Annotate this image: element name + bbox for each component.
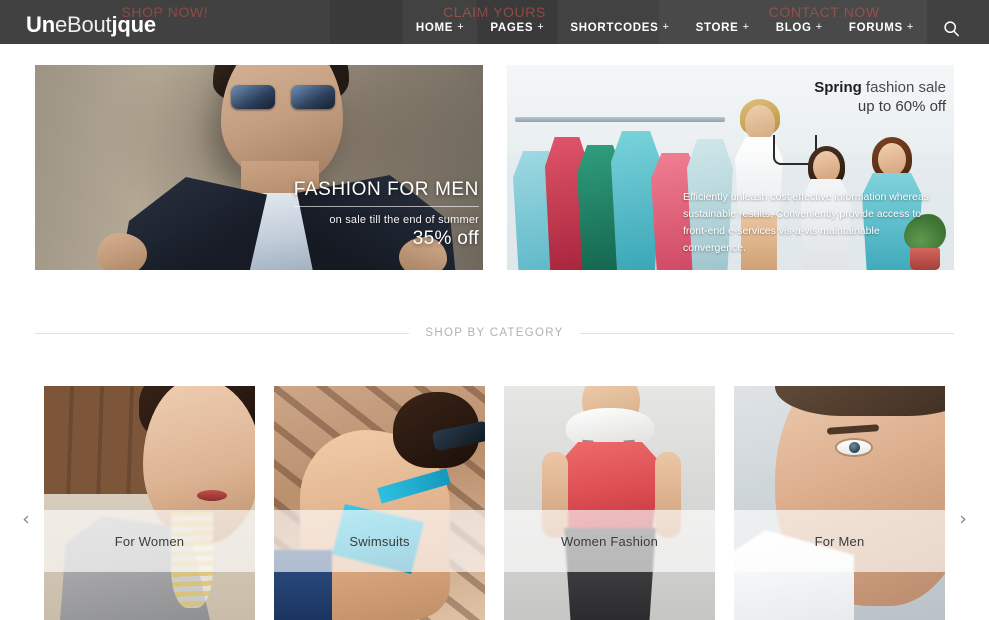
head (878, 143, 906, 176)
search-icon[interactable] (937, 14, 965, 42)
main-navigation: HOME + PAGES + SHORTCODES + STORE + BLOG (402, 0, 927, 56)
hero-spring-headline-line1: Spring fashion sale (814, 79, 946, 98)
nav-item-home[interactable]: HOME + (402, 0, 478, 56)
category-image (274, 386, 485, 620)
hero-banner-spring[interactable]: Spring fashion sale up to 60% off Effici… (507, 65, 954, 270)
hero-men-offer: 35% off (412, 228, 479, 249)
chevron-plus-icon: + (906, 21, 914, 33)
hero-spring-headline-strong: Spring (814, 79, 862, 96)
site-logo[interactable]: UneBoutjque (26, 14, 156, 36)
head (813, 151, 840, 183)
nav-item-blog[interactable]: BLOG + (762, 0, 836, 56)
hero-banner-men[interactable]: FASHION FOR MEN on sale till the end of … (35, 65, 483, 270)
chevron-plus-icon: + (537, 21, 545, 33)
category-label-band: Women Fashion (504, 510, 715, 572)
nav-item-pages[interactable]: PAGES + (477, 0, 557, 56)
category-card-for-men[interactable]: For Men (734, 386, 945, 620)
sunglasses-icon (231, 85, 335, 111)
divider-left (35, 332, 410, 334)
nav-item-shortcodes[interactable]: SHORTCODES + (557, 0, 683, 56)
lips (197, 490, 227, 501)
nav-item-shortcodes-label: SHORTCODES (570, 22, 659, 34)
hero-spring-headline: Spring fashion sale up to 60% off (814, 79, 946, 117)
hero-men-title: FASHION FOR MEN (293, 179, 479, 207)
hero-banner-row: FASHION FOR MEN on sale till the end of … (35, 65, 954, 270)
carousel-track: For Women Swimsuits Women Fashion For Me… (44, 386, 946, 620)
hero-men-subtitle: on sale till the end of summer (329, 214, 479, 226)
chevron-plus-icon: + (815, 21, 823, 33)
category-label-band: For Men (734, 510, 945, 572)
divider-right (579, 332, 954, 334)
category-image (504, 386, 715, 620)
nav-item-forums-label: FORUMS (848, 22, 903, 34)
category-carousel: ‹ For Women Swimsuits Women Fashion For … (0, 386, 989, 620)
chevron-plus-icon: + (662, 21, 670, 33)
eye (837, 440, 871, 455)
site-header: UneBoutjque HOME + PAGES + SHORTCODES + … (0, 0, 989, 56)
category-card-swimsuits[interactable]: Swimsuits (274, 386, 485, 620)
carousel-prev-icon[interactable]: ‹ (14, 504, 38, 534)
category-label: Women Fashion (560, 533, 658, 549)
hero-spring-headline-rest: fashion sale (861, 79, 946, 96)
logo-part-1: Un (26, 12, 55, 37)
category-label-band: For Women (44, 510, 255, 572)
hero-spring-paragraph: Efficiently unleash cost effective infor… (683, 191, 929, 254)
category-image (44, 386, 255, 620)
chevron-plus-icon: + (457, 21, 465, 33)
head (745, 105, 775, 141)
hero-spring-headline-line2: up to 60% off (857, 97, 946, 115)
category-card-women-fashion[interactable]: Women Fashion (504, 386, 715, 620)
hero-men-copy: FASHION FOR MEN on sale till the end of … (293, 179, 479, 250)
nav-item-store[interactable]: STORE + (682, 0, 763, 56)
logo-part-3: jque (111, 12, 156, 37)
category-label: For Women (114, 533, 185, 549)
chevron-plus-icon: + (742, 21, 750, 33)
section-title: SHOP BY CATEGORY (425, 327, 564, 339)
category-image (734, 386, 945, 620)
carousel-next-icon[interactable]: › (951, 504, 975, 534)
header-inner: UneBoutjque HOME + PAGES + SHORTCODES + … (0, 0, 989, 56)
shop-by-category-heading: SHOP BY CATEGORY (35, 324, 954, 342)
nav-item-pages-label: PAGES (490, 22, 534, 34)
nav-item-home-label: HOME (415, 22, 454, 34)
page-root: SHOP NOW! CLAIM YOURS CONTACT NOW UneBou… (0, 0, 989, 620)
category-label: Swimsuits (349, 533, 410, 549)
category-label: For Men (814, 533, 865, 549)
category-card-for-women[interactable]: For Women (44, 386, 255, 620)
nav-item-blog-label: BLOG (775, 22, 812, 34)
nav-item-forums[interactable]: FORUMS + (835, 0, 927, 56)
nav-item-store-label: STORE (695, 22, 739, 34)
logo-part-2: eBout (54, 12, 112, 37)
category-label-band: Swimsuits (274, 510, 485, 572)
